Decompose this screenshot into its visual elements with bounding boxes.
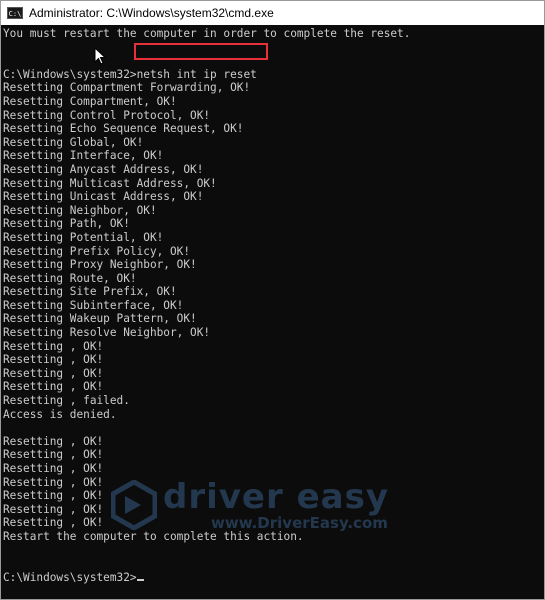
console-line: You must restart the computer in order t…: [3, 27, 411, 40]
text-cursor: [136, 578, 144, 581]
console-line: Resetting Interface, OK!: [3, 149, 164, 163]
console-line: C:\Windows\system32>netsh int ip reset: [3, 67, 257, 81]
console-line: Resetting Site Prefix, OK!: [3, 285, 177, 299]
console-line: Resetting , OK!: [3, 339, 104, 353]
console-line: Resetting , OK!: [3, 380, 104, 394]
console-line: Resetting Route, OK!: [3, 271, 137, 285]
console-line: Resetting Echo Sequence Request, OK!: [3, 122, 244, 136]
cmd-window: C:\ Administrator: C:\Windows\system32\c…: [0, 0, 545, 600]
console-line: Resetting , OK!: [3, 489, 104, 503]
console-line: Resetting Wakeup Pattern, OK!: [3, 312, 197, 326]
console-line: Resetting , OK!: [3, 366, 104, 380]
console-line: Resetting Path, OK!: [3, 217, 130, 231]
console-line: Resetting , OK!: [3, 434, 104, 448]
console-line: Resetting Prefix Policy, OK!: [3, 244, 191, 258]
console-line: Resetting , OK!: [3, 502, 104, 516]
console-line: Resetting Global, OK!: [3, 135, 144, 149]
console-line: Resetting Control Protocol, OK!: [3, 108, 211, 122]
console-line: Resetting , OK!: [3, 448, 104, 462]
console-line: Resetting Multicast Address, OK!: [3, 176, 217, 190]
console-line: Resetting Compartment, OK!: [3, 94, 177, 108]
console-line: Resetting , failed.: [3, 394, 130, 408]
window-title: Administrator: C:\Windows\system32\cmd.e…: [29, 6, 274, 20]
prompt-text: C:\Windows\system32>: [3, 570, 137, 584]
cmd-icon: C:\: [7, 7, 23, 19]
mouse-pointer-icon: [94, 47, 106, 65]
console-line: Resetting Resolve Neighbor, OK!: [3, 326, 211, 340]
console-line: Resetting , OK!: [3, 475, 104, 489]
title-bar[interactable]: C:\ Administrator: C:\Windows\system32\c…: [1, 1, 544, 25]
console-line: Resetting Anycast Address, OK!: [3, 162, 204, 176]
console-line: Resetting Compartment Forwarding, OK!: [3, 81, 251, 95]
console-line: Resetting , OK!: [3, 353, 104, 367]
console-output[interactable]: You must restart the computer in order t…: [1, 25, 544, 599]
console-line: Resetting Potential, OK!: [3, 230, 164, 244]
console-line: Resetting Subinterface, OK!: [3, 298, 184, 312]
console-line: Resetting Proxy Neighbor, OK!: [3, 258, 197, 272]
console-line: Resetting , OK!: [3, 516, 104, 530]
console-line: Resetting , OK!: [3, 462, 104, 475]
console-line: Access is denied.: [3, 407, 117, 421]
console-line: C:\Windows\system32>: [3, 571, 544, 585]
console-line: Resetting Neighbor, OK!: [3, 203, 157, 217]
console-line: Resetting Unicast Address, OK!: [3, 190, 204, 204]
console-line: Restart the computer to complete this ac…: [3, 529, 304, 543]
